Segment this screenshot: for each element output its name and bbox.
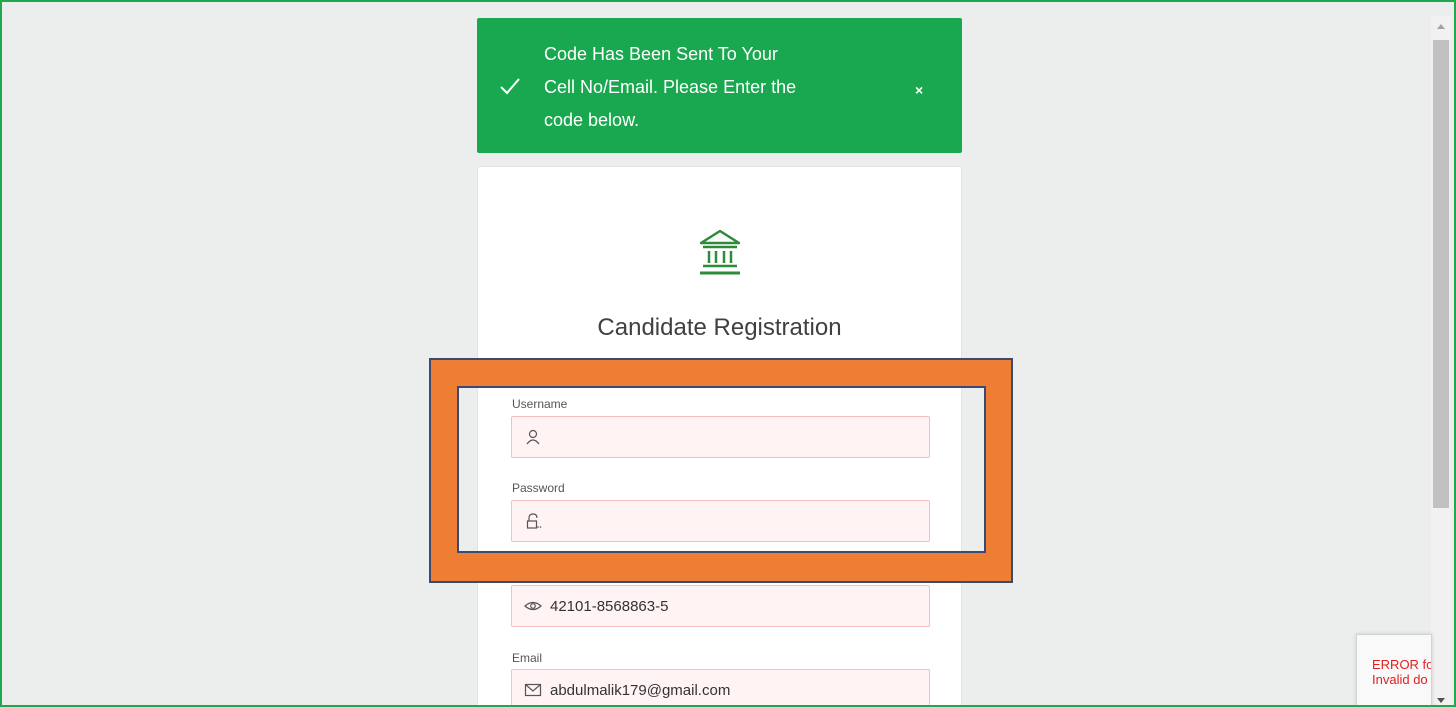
email-label: Email — [512, 651, 543, 665]
vertical-scrollbar[interactable] — [1431, 16, 1451, 705]
email-value: abdulmalik179@gmail.com — [550, 682, 731, 699]
checkmark-icon — [500, 78, 520, 95]
mail-icon — [524, 683, 542, 697]
recaptcha-error-box: ERROR fo Invalid do — [1356, 634, 1432, 705]
cnic-input[interactable]: 42101-8568863-5 — [511, 585, 930, 627]
scroll-down-arrow-icon[interactable] — [1437, 698, 1445, 703]
captcha-error-line-2: Invalid do — [1372, 672, 1428, 687]
scroll-up-arrow-icon[interactable] — [1437, 24, 1445, 29]
email-input[interactable]: abdulmalik179@gmail.com — [511, 669, 930, 705]
scroll-thumb[interactable] — [1433, 40, 1449, 508]
highlight-inner-border — [457, 386, 986, 553]
page-frame: Code Has Been Sent To Your Cell No/Email… — [0, 0, 1456, 707]
page-title: Candidate Registration — [597, 314, 842, 341]
cnic-value: 42101-8568863-5 — [550, 598, 669, 615]
toast-line-2: Cell No/Email. Please Enter the — [544, 77, 797, 97]
toast-close-button[interactable]: × — [915, 82, 923, 98]
toast-line-3: code below. — [544, 110, 640, 130]
bank-building-icon — [699, 229, 741, 275]
toast-message: Code Has Been Sent To Your Cell No/Email… — [544, 38, 844, 137]
eye-icon — [524, 601, 542, 611]
captcha-error-line-1: ERROR fo — [1372, 657, 1432, 672]
success-toast: Code Has Been Sent To Your Cell No/Email… — [477, 18, 962, 153]
toast-line-1: Code Has Been Sent To Your — [544, 44, 778, 64]
